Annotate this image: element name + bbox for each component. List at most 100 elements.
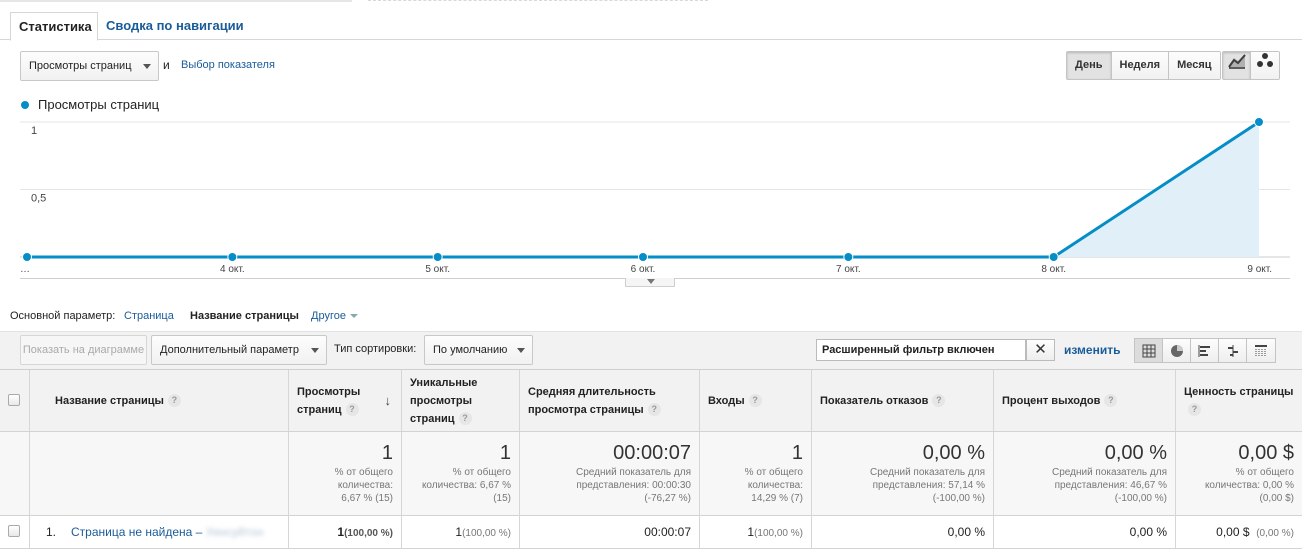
- total-page-value: 0,00 $ % от общего количества: 0,00 % (0,0…: [1176, 432, 1302, 515]
- select-all-cell: [0, 370, 30, 431]
- select-all-checkbox[interactable]: [8, 394, 20, 406]
- metric-and-label: и: [163, 58, 170, 72]
- row-page-title: Страница не найдена –: [71, 525, 203, 539]
- total-entrances-sub: % от общего количества: 14,29 % (7): [744, 467, 803, 504]
- row-checkbox[interactable]: [8, 525, 20, 537]
- performance-view-button[interactable]: [1191, 339, 1219, 362]
- pie-view-button[interactable]: [1163, 339, 1191, 362]
- row-page-value-pct: (0,00 %): [1256, 528, 1294, 539]
- x-tick-label: 5 окт.: [425, 264, 450, 275]
- row-pageviews-pct: (100,00 %): [344, 528, 393, 539]
- help-icon[interactable]: ?: [748, 394, 762, 408]
- table-row: 1. Страница не найдена – Уинсуйтон 1(100…: [0, 516, 1302, 549]
- table-view-icon: [1142, 344, 1155, 357]
- pageviews-chart: 0,5 1 … 4 окт. 5 окт. 6 окт. 7 окт. 8 окт. 9 окт…: [20, 117, 1290, 275]
- secondary-dimension-select[interactable]: Дополнительный параметр: [151, 335, 327, 365]
- total-exit-value: 0,00 %: [1104, 442, 1167, 464]
- sort-type-select[interactable]: По умолчанию: [424, 335, 533, 365]
- header-exit-rate[interactable]: Процент выходов?: [994, 370, 1176, 431]
- x-tick-label: 6 окт.: [631, 264, 656, 275]
- row-page-title-cell: 1. Страница не найдена – Уинсуйтон: [30, 516, 289, 548]
- period-week-button[interactable]: Неделя: [1111, 52, 1170, 79]
- header-page-value[interactable]: Ценность страницы?: [1176, 370, 1302, 431]
- row-entrances: 1(100,00 %): [700, 516, 812, 548]
- header-page-title[interactable]: Название страницы?: [30, 370, 289, 431]
- help-icon[interactable]: ?: [458, 412, 472, 426]
- table-view-switcher: [1134, 338, 1276, 363]
- help-icon[interactable]: ?: [647, 403, 661, 417]
- header-avg-time[interactable]: Средняя длительность просмотра страницы?: [520, 370, 700, 431]
- pivot-view-icon: [1255, 344, 1267, 357]
- chart-type-selector: [1222, 51, 1280, 80]
- header-bounce-rate[interactable]: Показатель отказов?: [812, 370, 994, 431]
- dimension-page-link[interactable]: Страница: [124, 310, 174, 322]
- header-entrances[interactable]: Входы?: [700, 370, 812, 431]
- chevron-down-icon: [349, 314, 358, 319]
- clear-filter-button[interactable]: ✕: [1026, 339, 1055, 361]
- table-view-button[interactable]: [1135, 339, 1163, 362]
- row-page-title-link[interactable]: Страница не найдена – Уинсуйтон: [71, 525, 263, 539]
- metric-select[interactable]: Просмотры страниц: [20, 51, 159, 81]
- plot-rows-button[interactable]: Показать на диаграмме: [20, 335, 147, 365]
- help-icon[interactable]: ?: [1188, 403, 1201, 417]
- report-table: Название страницы? Просмотры страниц? ↓ …: [0, 369, 1302, 551]
- period-day-button[interactable]: День: [1067, 52, 1112, 79]
- total-exit-rate: 0,00 % Средний показатель для представлен…: [994, 432, 1176, 515]
- data-point: [227, 252, 238, 262]
- secondary-dimension-value: Дополнительный параметр: [160, 344, 299, 356]
- dimension-other-dropdown[interactable]: Другое: [311, 310, 358, 322]
- header-entrances-label: Входы: [708, 394, 745, 407]
- top-dashed-divider: [368, 0, 708, 1]
- header-unique-pageviews[interactable]: Уникальные просмотры страниц?: [402, 370, 520, 431]
- help-icon[interactable]: ?: [932, 394, 946, 408]
- advanced-filter-field[interactable]: Расширенный фильтр включен: [816, 339, 1026, 361]
- tab-navigation-summary[interactable]: Сводка по навигации: [98, 12, 252, 41]
- help-icon[interactable]: ?: [167, 394, 181, 408]
- row-select-cell: [0, 516, 30, 548]
- header-pageviews[interactable]: Просмотры страниц? ↓: [289, 370, 402, 431]
- total-bounce-rate: 0,00 % Средний показатель для представлен…: [812, 432, 994, 515]
- total-avg-time: 00:00:07 Средний показатель для представл…: [520, 432, 700, 515]
- help-icon[interactable]: ?: [1104, 394, 1118, 408]
- edit-filter-link[interactable]: изменить: [1064, 343, 1120, 357]
- totals-label-cell: [30, 432, 289, 515]
- line-chart-button[interactable]: [1223, 52, 1251, 79]
- comparison-view-icon: [1227, 344, 1238, 357]
- row-bounce-rate: 0,00 %: [812, 516, 994, 548]
- total-avg-time-sub: Средний показатель для представления: 00:…: [576, 467, 691, 504]
- tab-statistics[interactable]: Статистика: [10, 12, 98, 41]
- sort-type-label: Тип сортировки:: [334, 343, 417, 355]
- sort-descending-icon: ↓: [384, 393, 392, 408]
- y-tick-label: 0,5: [31, 193, 46, 205]
- period-month-button[interactable]: Месяц: [1169, 52, 1220, 79]
- comparison-view-button[interactable]: [1219, 339, 1247, 362]
- dimension-page-title-active[interactable]: Название страницы: [190, 310, 299, 322]
- pivot-view-button[interactable]: [1247, 339, 1275, 362]
- total-unique-sub: % от общего количества: 6,67 % (15): [421, 467, 511, 504]
- row-page-title-blurred: Уинсуйтон: [205, 525, 264, 539]
- motion-chart-button[interactable]: [1251, 52, 1279, 79]
- chart-collapse-handle[interactable]: [625, 278, 675, 287]
- help-icon[interactable]: ?: [345, 403, 359, 417]
- caret-down-icon: [647, 279, 655, 284]
- period-selector: День Неделя Месяц: [1066, 51, 1221, 80]
- x-tick-label: 8 окт.: [1041, 264, 1066, 275]
- sort-type-value: По умолчанию: [433, 344, 508, 356]
- total-exit-sub: Средний показатель для представления: 46,…: [1052, 467, 1167, 504]
- row-unique-pageviews: 1(100,00 %): [402, 516, 520, 548]
- legend-series-label[interactable]: Просмотры страниц: [38, 97, 159, 112]
- x-tick-label: …: [20, 264, 30, 275]
- header-avg-time-label: Средняя длительность просмотра страницы: [528, 385, 656, 416]
- total-bounce-value: 0,00 %: [922, 442, 985, 464]
- data-point: [1254, 117, 1264, 127]
- totals-spacer: [0, 432, 30, 515]
- total-unique-value: 1: [499, 442, 511, 464]
- total-pageviews: 1 % от общего количества: 6,67 % (15): [289, 432, 402, 515]
- top-divider: [0, 0, 352, 2]
- select-metric-link[interactable]: Выбор показателя: [181, 59, 275, 71]
- data-point: [432, 252, 443, 262]
- header-page-title-label: Название страницы: [55, 394, 164, 407]
- x-tick-label: 7 окт.: [836, 264, 861, 275]
- row-entrances-pct: (100,00 %): [754, 528, 803, 539]
- header-exit-rate-label: Процент выходов: [1002, 394, 1101, 407]
